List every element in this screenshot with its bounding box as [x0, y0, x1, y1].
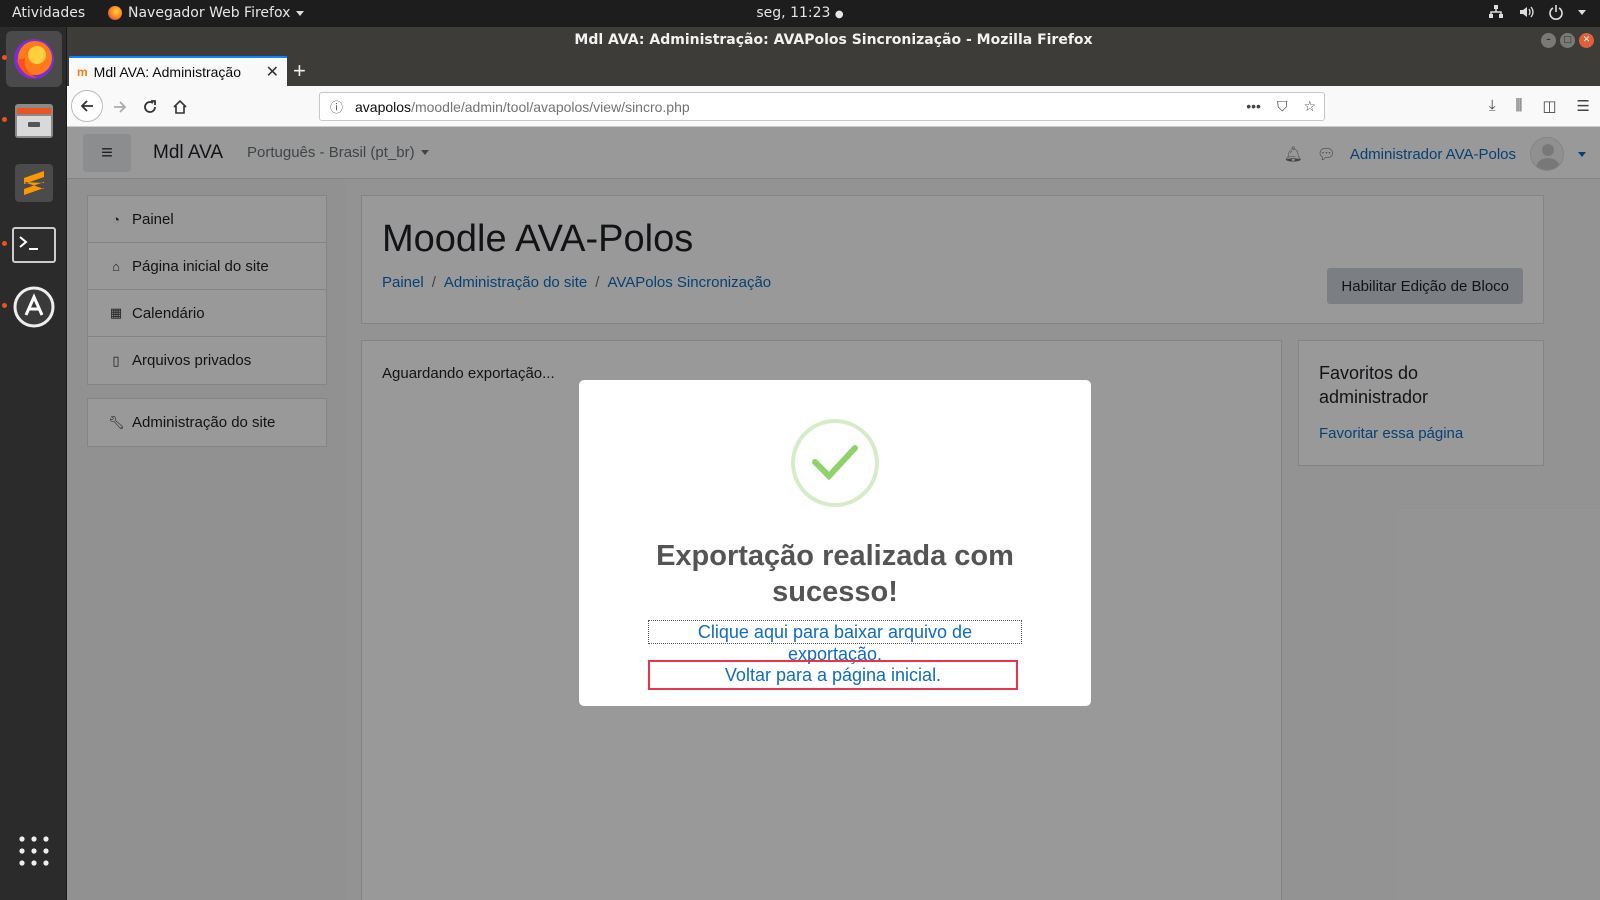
sublime-text-icon	[15, 164, 53, 202]
dock-software-updater[interactable]	[2, 279, 62, 335]
success-modal: Exportação realizada com sucesso! Clique…	[579, 380, 1091, 706]
dock-files[interactable]	[2, 93, 62, 149]
library-icon[interactable]: ⫼	[1515, 97, 1522, 115]
forward-button[interactable]	[105, 92, 135, 122]
dock	[0, 27, 67, 900]
minimize-button[interactable]: –	[1541, 33, 1556, 48]
reload-button[interactable]	[135, 92, 165, 122]
dock-terminal[interactable]	[2, 217, 62, 273]
firefox-icon	[108, 6, 122, 20]
files-icon	[15, 104, 53, 138]
back-to-home-link[interactable]: Voltar para a página inicial.	[648, 660, 1018, 690]
modal-title: Exportação realizada com sucesso!	[656, 540, 1014, 608]
back-arrow-icon	[80, 100, 93, 112]
firefox-icon	[14, 39, 54, 79]
running-indicator	[2, 117, 7, 122]
sidebar-icon[interactable]: ◫	[1542, 97, 1556, 115]
new-tab-button[interactable]: +	[293, 58, 306, 84]
chevron-down-icon	[1578, 9, 1586, 15]
running-indicator	[2, 303, 7, 308]
chevron-down-icon	[296, 10, 305, 16]
pocket-icon[interactable]: ⛉	[1277, 98, 1288, 115]
show-applications-button[interactable]	[18, 835, 50, 872]
home-button[interactable]	[165, 92, 195, 122]
firefox-window: Mdl AVA: Administração: AVAPolos Sincron…	[67, 27, 1600, 900]
terminal-icon	[12, 227, 56, 263]
close-tab-icon[interactable]: ✕	[266, 62, 279, 82]
download-export-link[interactable]: Clique aqui para baixar arquivo de expor…	[648, 620, 1022, 664]
hamburger-menu-icon[interactable]: ☰	[1577, 97, 1590, 115]
system-tray[interactable]	[1488, 4, 1586, 20]
running-indicator	[2, 55, 7, 60]
power-icon	[1549, 5, 1563, 20]
tab-title: Mdl AVA: Administração	[93, 64, 241, 80]
tab-strip: m Mdl AVA: Administração ✕ +	[67, 54, 1600, 86]
navigation-toolbar: ⓘ avapolos/moodle/admin/tool/avapolos/vi…	[67, 86, 1600, 127]
volume-icon	[1520, 6, 1534, 18]
running-indicator	[2, 241, 7, 246]
app-menu-label: Navegador Web Firefox	[128, 5, 291, 21]
window-title: Mdl AVA: Administração: AVAPolos Sincron…	[574, 32, 1093, 48]
checkmark-icon	[812, 445, 858, 481]
notification-dot-icon: ●	[834, 9, 844, 20]
browser-tab[interactable]: m Mdl AVA: Administração ✕	[69, 56, 287, 86]
dock-firefox[interactable]	[2, 31, 62, 87]
network-icon	[1489, 5, 1503, 18]
grid-icon	[19, 836, 49, 866]
dock-sublime-text[interactable]	[6, 155, 62, 211]
address-bar[interactable]: ⓘ avapolos/moodle/admin/tool/avapolos/vi…	[319, 92, 1325, 121]
site-info-icon[interactable]: ⓘ	[330, 97, 343, 116]
moodle-favicon-icon: m	[77, 65, 88, 79]
software-updater-icon	[13, 286, 55, 328]
downloads-icon[interactable]: ⤓	[1489, 97, 1496, 115]
os-top-bar: Atividades Navegador Web Firefox seg, 11…	[0, 0, 1600, 27]
back-button[interactable]	[71, 90, 103, 122]
clock[interactable]: seg, 11:23	[756, 5, 830, 21]
url-path: /moodle/admin/tool/avapolos/view/sincro.…	[411, 98, 690, 115]
activities-button[interactable]: Atividades	[12, 5, 85, 21]
home-icon	[173, 99, 187, 114]
page-actions-icon[interactable]: •••	[1246, 98, 1261, 115]
reload-icon	[144, 100, 156, 113]
close-window-button[interactable]: ✕	[1579, 33, 1594, 48]
bookmark-star-icon[interactable]: ☆	[1303, 98, 1316, 115]
forward-arrow-icon	[114, 101, 127, 113]
window-titlebar[interactable]: Mdl AVA: Administração: AVAPolos Sincron…	[67, 27, 1600, 54]
web-page: ≡ Mdl AVA Português - Brasil (pt_br) 🔔︎ …	[67, 127, 1600, 900]
url-host: avapolos	[355, 98, 412, 115]
app-menu[interactable]: Navegador Web Firefox	[108, 5, 305, 21]
maximize-button[interactable]: □	[1560, 33, 1575, 48]
